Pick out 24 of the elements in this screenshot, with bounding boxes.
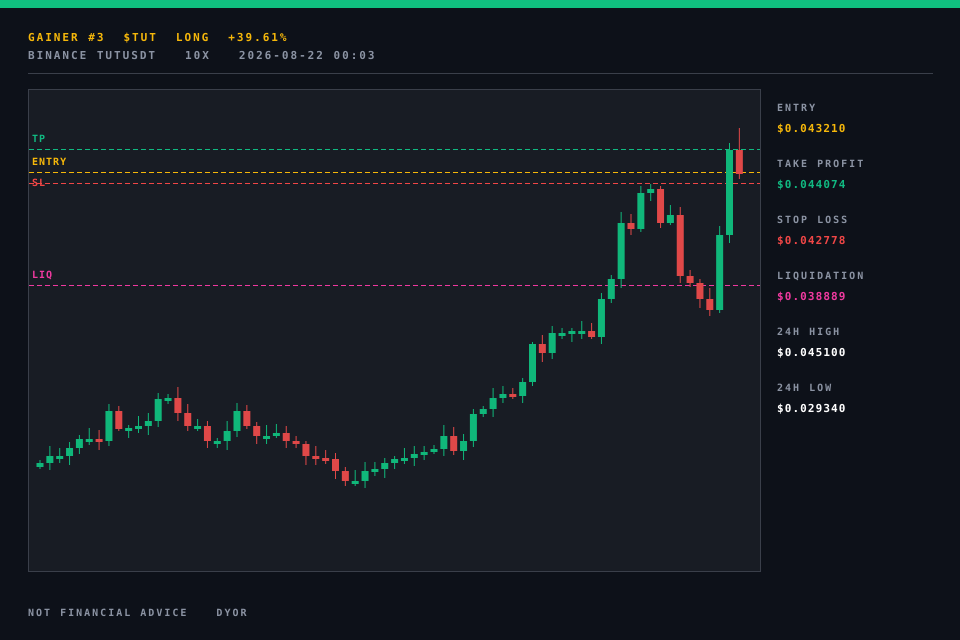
stat-value: $0.045100	[777, 345, 848, 361]
stat-value: $0.043210	[777, 121, 848, 137]
stat-label: 24H HIGH	[777, 326, 842, 340]
stat-value: $0.042778	[777, 233, 848, 249]
stat-label: STOP LOSS	[777, 214, 850, 228]
disclaimer-text: DYOR	[216, 607, 249, 621]
level-label: LIQ	[32, 270, 54, 282]
disclaimer-text: NOT FINANCIAL ADVICE	[28, 607, 188, 621]
stat-value: $0.044074	[777, 177, 848, 193]
stat-label: LIQUIDATION	[777, 270, 866, 284]
title-text: GAINER #3	[28, 30, 106, 46]
stat-label: 24H LOW	[777, 382, 834, 396]
stat-value: $0.029340	[777, 401, 848, 417]
title-text: +39.61%	[228, 30, 288, 46]
level-label: TP	[32, 134, 46, 146]
subtitle-text: 2026-08-22 00:03	[238, 48, 377, 64]
stat-value: $0.038889	[777, 289, 848, 305]
stat-label: ENTRY	[777, 102, 818, 116]
title-text: $TUT	[123, 30, 158, 46]
subtitle-text: BINANCE TUTUSDT	[28, 48, 158, 64]
level-label: ENTRY	[32, 157, 68, 169]
title-text: LONG	[176, 30, 210, 46]
subtitle-text: 10X	[185, 48, 211, 64]
stat-label: TAKE PROFIT	[777, 158, 866, 172]
